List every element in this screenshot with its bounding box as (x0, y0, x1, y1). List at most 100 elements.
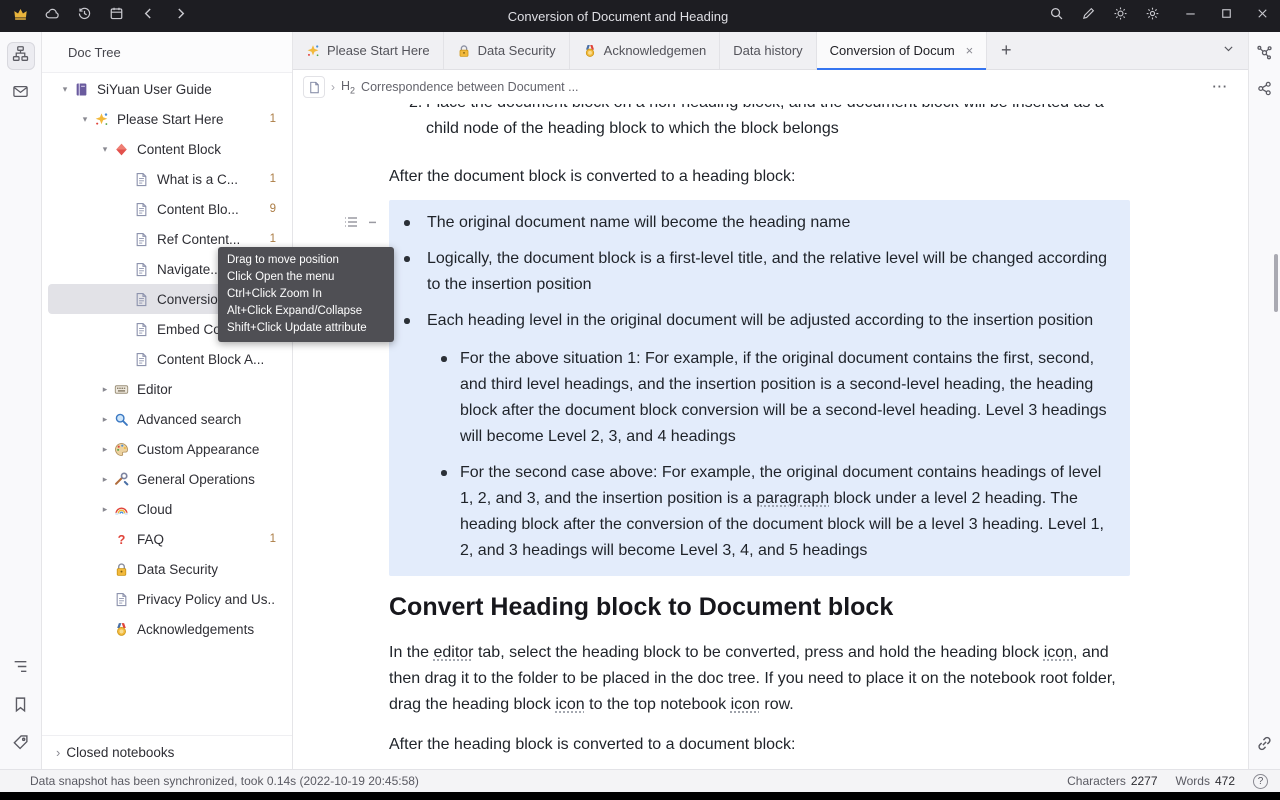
lock-icon[interactable] (114, 562, 131, 577)
link-button[interactable] (1252, 733, 1278, 759)
gear-button[interactable] (1136, 4, 1168, 28)
tree-item-acknowledgements[interactable]: Acknowledgements (48, 614, 286, 644)
network-button[interactable] (1252, 78, 1278, 104)
section-heading: Convert Heading block to Document block (389, 590, 1130, 624)
bookmark-button[interactable] (7, 693, 35, 721)
palette-icon[interactable] (114, 442, 131, 457)
chevron-down-icon[interactable]: ▾ (96, 144, 114, 155)
graph-button[interactable] (1252, 42, 1278, 68)
tree-item-please-start-here[interactable]: ▾Please Start Here1 (48, 104, 286, 134)
mail-icon (12, 83, 29, 105)
chevron-right-icon[interactable]: ▸ (96, 384, 114, 395)
selected-list-block[interactable]: The original document name will become t… (389, 200, 1130, 576)
cloud-button[interactable] (36, 4, 68, 28)
gear-icon (1145, 6, 1160, 26)
tree-item-content-block-a[interactable]: Content Block A... (48, 344, 286, 374)
block-ref[interactable]: icon (555, 696, 584, 713)
tab-acknowledgemen[interactable]: Acknowledgemen (570, 32, 721, 69)
diamond-icon[interactable] (114, 142, 131, 157)
block-ref[interactable]: editor (433, 644, 473, 661)
tab-list-menu-button[interactable] (1208, 32, 1248, 69)
tab-please-start-here[interactable]: Please Start Here (293, 32, 444, 69)
status-bar: Data snapshot has been synchronized, too… (0, 769, 1280, 792)
help-button[interactable]: ? (1253, 774, 1268, 789)
file-icon[interactable] (134, 322, 151, 337)
chevron-left-button[interactable] (132, 4, 164, 28)
tree-item-editor[interactable]: ▸Editor (48, 374, 286, 404)
window-controls (1172, 0, 1280, 32)
file-icon[interactable] (134, 172, 151, 187)
mail-button[interactable] (7, 80, 35, 108)
pencil-button[interactable] (1072, 4, 1104, 28)
tree-item-general-operations[interactable]: ▸ General Operations (48, 464, 286, 494)
book-icon[interactable] (74, 82, 91, 97)
tree-item-label: General Operations (137, 472, 276, 487)
file-icon[interactable] (134, 232, 151, 247)
block-ref[interactable]: icon (731, 696, 760, 713)
new-tab-button[interactable]: + (987, 32, 1025, 69)
minimize-button[interactable] (1172, 0, 1208, 32)
maximize-button[interactable] (1208, 0, 1244, 32)
editor-content[interactable]: 2. Place the document block on a non-hea… (293, 104, 1248, 769)
gutter-list-icon[interactable] (343, 214, 359, 230)
rainbow-icon[interactable] (114, 502, 131, 517)
outline-button[interactable] (7, 655, 35, 683)
keyboard-icon[interactable] (114, 382, 131, 397)
tree-item-siyuan-user-guide[interactable]: ▾SiYuan User Guide (48, 74, 286, 104)
crown-button[interactable] (4, 4, 36, 28)
main-area: Doc Tree ▾SiYuan User Guide▾Please Start… (0, 32, 1280, 769)
block-ref[interactable]: icon (1044, 644, 1073, 661)
tree-item-content-blo[interactable]: Content Blo...9 (48, 194, 286, 224)
file-icon[interactable] (134, 292, 151, 307)
chevron-right-button[interactable] (164, 4, 196, 28)
text-run: to the top notebook (585, 696, 731, 713)
close-tab-icon[interactable]: × (966, 43, 974, 58)
chevron-down-icon (1222, 42, 1235, 60)
file-icon[interactable] (114, 592, 131, 607)
tab-conversion-of-docum[interactable]: Conversion of Docum× (817, 32, 988, 69)
tree-item-custom-appearance[interactable]: ▸ Custom Appearance (48, 434, 286, 464)
tree-item-what-is-a-c[interactable]: What is a C...1 (48, 164, 286, 194)
file-icon[interactable] (134, 262, 151, 277)
chevron-right-icon[interactable]: ▸ (96, 414, 114, 425)
tree-item-privacy-policy-and-us[interactable]: Privacy Policy and Us... (48, 584, 286, 614)
search-blue-icon[interactable] (114, 412, 131, 427)
tab-data-history[interactable]: Data history (720, 32, 816, 69)
tab-data-security[interactable]: Data Security (444, 32, 570, 69)
tree-item-cloud[interactable]: ▸Cloud (48, 494, 286, 524)
more-options-button[interactable]: ··· (1203, 80, 1239, 94)
tools-icon[interactable] (114, 472, 131, 487)
history-button[interactable] (68, 4, 100, 28)
scrollbar-thumb[interactable] (1274, 254, 1278, 312)
gutter-item-icon[interactable] (366, 214, 382, 230)
tree-item-content-block[interactable]: ▾Content Block (48, 134, 286, 164)
start-icon[interactable] (94, 112, 111, 127)
sitemap-button[interactable] (7, 42, 35, 70)
tab-label: Please Start Here (327, 43, 430, 58)
breadcrumb-item[interactable]: Correspondence between Document ... (361, 80, 579, 94)
file-icon[interactable] (134, 202, 151, 217)
close-button[interactable] (1244, 0, 1280, 32)
chevron-right-icon[interactable]: ▸ (96, 504, 114, 515)
calendar-button[interactable] (100, 4, 132, 28)
search-button[interactable] (1040, 4, 1072, 28)
tree-item-advanced-search[interactable]: ▸Advanced search (48, 404, 286, 434)
medal-icon[interactable] (114, 622, 131, 637)
file-icon[interactable] (134, 352, 151, 367)
tree-item-label: Custom Appearance (137, 442, 276, 457)
chevron-right-icon[interactable]: ▸ (96, 474, 114, 485)
chevron-down-icon[interactable]: ▾ (76, 114, 94, 125)
block-ref[interactable]: paragraph (756, 490, 829, 507)
bullet-icon (427, 346, 460, 450)
document-icon[interactable] (303, 76, 325, 98)
bookmark-icon (12, 696, 29, 718)
tree-item-data-security[interactable]: Data Security (48, 554, 286, 584)
tag-button[interactable] (7, 731, 35, 759)
sun-button[interactable] (1104, 4, 1136, 28)
chevron-right-icon[interactable]: ▸ (96, 444, 114, 455)
tree-item-faq[interactable]: ?FAQ1 (48, 524, 286, 554)
closed-notebooks-row[interactable]: › Closed notebooks (42, 735, 292, 769)
list-item-text: Each heading level in the original docum… (427, 308, 1114, 564)
question-icon[interactable]: ? (114, 532, 131, 547)
chevron-down-icon[interactable]: ▾ (56, 84, 74, 95)
